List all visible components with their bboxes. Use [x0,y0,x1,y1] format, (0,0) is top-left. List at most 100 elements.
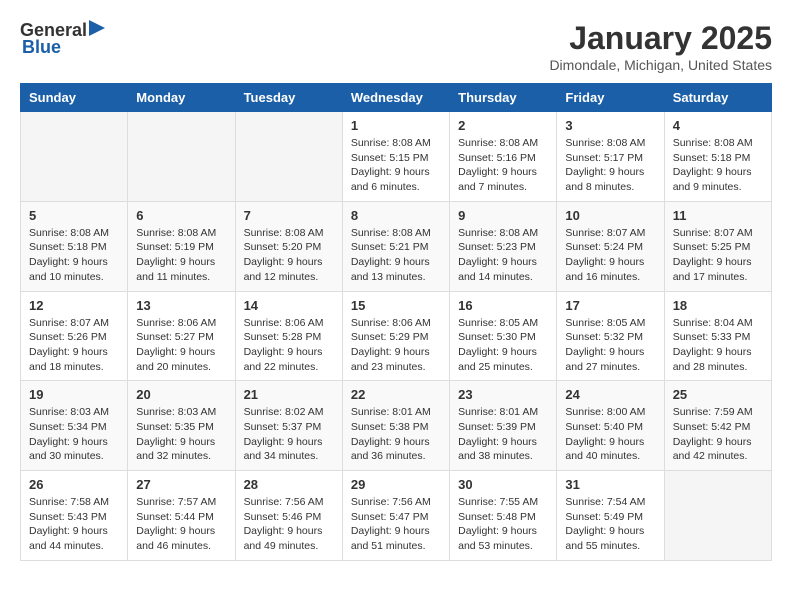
calendar-table: SundayMondayTuesdayWednesdayThursdayFrid… [20,83,772,561]
day-number: 14 [244,298,334,313]
calendar-cell: 7 Sunrise: 8:08 AM Sunset: 5:20 PM Daylig… [235,201,342,291]
day-number: 5 [29,208,119,223]
day-number: 6 [136,208,226,223]
calendar-cell: 26 Sunrise: 7:58 AM Sunset: 5:43 PM Dayli… [21,471,128,561]
calendar-cell: 29 Sunrise: 7:56 AM Sunset: 5:47 PM Dayli… [342,471,449,561]
calendar-week-3: 12 Sunrise: 8:07 AM Sunset: 5:26 PM Dayli… [21,291,772,381]
day-info: Sunrise: 8:03 AM Sunset: 5:34 PM Dayligh… [29,405,119,464]
day-info: Sunrise: 8:08 AM Sunset: 5:19 PM Dayligh… [136,226,226,285]
day-info: Sunrise: 8:08 AM Sunset: 5:18 PM Dayligh… [29,226,119,285]
day-info: Sunrise: 7:54 AM Sunset: 5:49 PM Dayligh… [565,495,655,554]
day-info: Sunrise: 8:08 AM Sunset: 5:18 PM Dayligh… [673,136,763,195]
day-info: Sunrise: 8:07 AM Sunset: 5:25 PM Dayligh… [673,226,763,285]
day-info: Sunrise: 8:08 AM Sunset: 5:17 PM Dayligh… [565,136,655,195]
day-number: 24 [565,387,655,402]
day-number: 23 [458,387,548,402]
calendar-cell [21,112,128,202]
day-info: Sunrise: 8:01 AM Sunset: 5:38 PM Dayligh… [351,405,441,464]
logo-container: General [20,20,93,41]
day-number: 11 [673,208,763,223]
calendar-cell: 25Sunrise: 7:59 AM Sunset: 5:42 PM Dayli… [664,381,771,471]
day-info: Sunrise: 8:03 AM Sunset: 5:35 PM Dayligh… [136,405,226,464]
day-number: 29 [351,477,441,492]
day-info: Sunrise: 8:04 AM Sunset: 5:33 PM Dayligh… [673,316,763,375]
day-number: 10 [565,208,655,223]
day-info: Sunrise: 7:55 AM Sunset: 5:48 PM Dayligh… [458,495,548,554]
calendar-cell [664,471,771,561]
day-info: Sunrise: 8:05 AM Sunset: 5:30 PM Dayligh… [458,316,548,375]
day-number: 1 [351,118,441,133]
day-number: 12 [29,298,119,313]
day-number: 16 [458,298,548,313]
day-info: Sunrise: 7:59 AM Sunset: 5:42 PM Dayligh… [673,405,763,464]
day-info: Sunrise: 8:08 AM Sunset: 5:23 PM Dayligh… [458,226,548,285]
day-number: 13 [136,298,226,313]
calendar-cell: 8Sunrise: 8:08 AM Sunset: 5:21 PM Daylig… [342,201,449,291]
day-number: 3 [565,118,655,133]
calendar-cell: 4 Sunrise: 8:08 AM Sunset: 5:18 PM Daylig… [664,112,771,202]
calendar-cell: 15Sunrise: 8:06 AM Sunset: 5:29 PM Dayli… [342,291,449,381]
logo: General Blue [20,20,93,58]
calendar-cell: 13 Sunrise: 8:06 AM Sunset: 5:27 PM Dayli… [128,291,235,381]
title-block: January 2025 Dimondale, Michigan, United… [549,20,772,73]
calendar-cell: 6 Sunrise: 8:08 AM Sunset: 5:19 PM Daylig… [128,201,235,291]
weekday-header-tuesday: Tuesday [235,84,342,112]
location: Dimondale, Michigan, United States [549,57,772,73]
calendar-week-4: 19Sunrise: 8:03 AM Sunset: 5:34 PM Dayli… [21,381,772,471]
page-header: General Blue January 2025 Dimondale, Mic… [20,20,772,73]
day-info: Sunrise: 8:06 AM Sunset: 5:27 PM Dayligh… [136,316,226,375]
day-info: Sunrise: 8:05 AM Sunset: 5:32 PM Dayligh… [565,316,655,375]
day-info: Sunrise: 8:08 AM Sunset: 5:20 PM Dayligh… [244,226,334,285]
day-info: Sunrise: 8:07 AM Sunset: 5:26 PM Dayligh… [29,316,119,375]
calendar-cell: 19Sunrise: 8:03 AM Sunset: 5:34 PM Dayli… [21,381,128,471]
calendar-cell: 5 Sunrise: 8:08 AM Sunset: 5:18 PM Daylig… [21,201,128,291]
weekday-header-thursday: Thursday [450,84,557,112]
day-number: 2 [458,118,548,133]
calendar-cell [235,112,342,202]
calendar-cell: 22Sunrise: 8:01 AM Sunset: 5:38 PM Dayli… [342,381,449,471]
day-info: Sunrise: 8:06 AM Sunset: 5:28 PM Dayligh… [244,316,334,375]
calendar-cell: 11 Sunrise: 8:07 AM Sunset: 5:25 PM Dayli… [664,201,771,291]
day-number: 31 [565,477,655,492]
day-info: Sunrise: 7:56 AM Sunset: 5:47 PM Dayligh… [351,495,441,554]
day-info: Sunrise: 8:02 AM Sunset: 5:37 PM Dayligh… [244,405,334,464]
calendar-cell: 17Sunrise: 8:05 AM Sunset: 5:32 PM Dayli… [557,291,664,381]
calendar-cell: 28 Sunrise: 7:56 AM Sunset: 5:46 PM Dayli… [235,471,342,561]
calendar-cell: 14 Sunrise: 8:06 AM Sunset: 5:28 PM Dayli… [235,291,342,381]
day-info: Sunrise: 8:08 AM Sunset: 5:15 PM Dayligh… [351,136,441,195]
day-number: 7 [244,208,334,223]
weekday-header-wednesday: Wednesday [342,84,449,112]
calendar-cell: 21 Sunrise: 8:02 AM Sunset: 5:37 PM Dayli… [235,381,342,471]
logo-general: General [20,20,87,40]
day-number: 9 [458,208,548,223]
day-info: Sunrise: 8:01 AM Sunset: 5:39 PM Dayligh… [458,405,548,464]
calendar-cell: 27Sunrise: 7:57 AM Sunset: 5:44 PM Dayli… [128,471,235,561]
calendar-cell: 3 Sunrise: 8:08 AM Sunset: 5:17 PM Daylig… [557,112,664,202]
month-title: January 2025 [549,20,772,57]
day-number: 26 [29,477,119,492]
day-info: Sunrise: 7:58 AM Sunset: 5:43 PM Dayligh… [29,495,119,554]
calendar-cell: 2Sunrise: 8:08 AM Sunset: 5:16 PM Daylig… [450,112,557,202]
day-number: 20 [136,387,226,402]
day-number: 15 [351,298,441,313]
calendar-cell: 31 Sunrise: 7:54 AM Sunset: 5:49 PM Dayli… [557,471,664,561]
day-number: 18 [673,298,763,313]
day-number: 4 [673,118,763,133]
calendar-week-2: 5 Sunrise: 8:08 AM Sunset: 5:18 PM Daylig… [21,201,772,291]
calendar-cell: 10Sunrise: 8:07 AM Sunset: 5:24 PM Dayli… [557,201,664,291]
day-number: 8 [351,208,441,223]
day-number: 21 [244,387,334,402]
day-info: Sunrise: 7:56 AM Sunset: 5:46 PM Dayligh… [244,495,334,554]
calendar-cell: 18 Sunrise: 8:04 AM Sunset: 5:33 PM Dayli… [664,291,771,381]
calendar-cell: 9 Sunrise: 8:08 AM Sunset: 5:23 PM Daylig… [450,201,557,291]
day-number: 27 [136,477,226,492]
day-number: 28 [244,477,334,492]
weekday-header-row: SundayMondayTuesdayWednesdayThursdayFrid… [21,84,772,112]
weekday-header-sunday: Sunday [21,84,128,112]
calendar-cell: 1 Sunrise: 8:08 AM Sunset: 5:15 PM Daylig… [342,112,449,202]
calendar-cell: 24Sunrise: 8:00 AM Sunset: 5:40 PM Dayli… [557,381,664,471]
calendar-cell: 23 Sunrise: 8:01 AM Sunset: 5:39 PM Dayli… [450,381,557,471]
calendar-cell: 12 Sunrise: 8:07 AM Sunset: 5:26 PM Dayli… [21,291,128,381]
weekday-header-monday: Monday [128,84,235,112]
day-number: 30 [458,477,548,492]
